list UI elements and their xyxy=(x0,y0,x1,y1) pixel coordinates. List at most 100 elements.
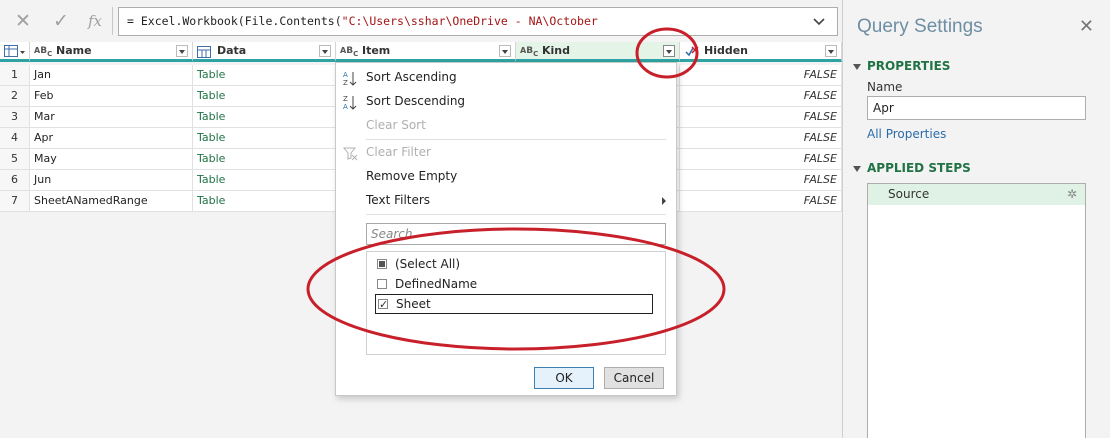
list-item-label: DefinedName xyxy=(395,277,478,291)
collapse-triangle-icon xyxy=(853,63,861,70)
data-cell[interactable]: Table xyxy=(193,191,336,212)
applied-steps-list: Source ✲ xyxy=(867,183,1086,438)
column-label: Item xyxy=(362,44,391,57)
expand-icon[interactable] xyxy=(319,45,331,57)
step-label: Source xyxy=(888,187,930,201)
name-cell[interactable]: Jan xyxy=(30,65,193,86)
x-icon[interactable]: ✕ xyxy=(10,7,36,35)
sort-ascending-item[interactable]: Sort Ascending xyxy=(366,67,457,87)
data-cell[interactable]: Table xyxy=(193,128,336,149)
name-label: Name xyxy=(867,80,903,94)
formula-input[interactable]: = Excel.Workbook(File.Contents("C:\Users… xyxy=(118,7,838,36)
row-number: 6 xyxy=(0,170,30,191)
row-number: 4 xyxy=(0,128,30,149)
chevron-down-icon[interactable] xyxy=(811,9,827,33)
row-number: 7 xyxy=(0,191,30,212)
query-name-input[interactable]: Apr xyxy=(867,96,1086,120)
properties-section-header[interactable]: PROPERTIES xyxy=(853,59,950,73)
text-type-icon: ABC xyxy=(340,46,359,58)
table-menu-icon[interactable] xyxy=(0,42,30,62)
hidden-cell[interactable]: FALSE xyxy=(680,149,842,170)
hidden-cell[interactable]: FALSE xyxy=(680,86,842,107)
row-number: 2 xyxy=(0,86,30,107)
menu-divider xyxy=(366,139,666,140)
svg-text:Z: Z xyxy=(343,95,348,103)
data-cell[interactable]: Table xyxy=(193,149,336,170)
column-label: Name xyxy=(56,44,92,57)
column-header-data[interactable]: Data xyxy=(193,42,336,62)
filter-values-list: (Select All) DefinedName Sheet xyxy=(366,251,666,355)
formula-prefix: = Excel.Workbook(File.Contents( xyxy=(127,14,342,28)
chevron-right-icon xyxy=(662,197,666,205)
svg-text:Z: Z xyxy=(343,79,348,87)
hidden-cell[interactable]: FALSE xyxy=(680,170,842,191)
data-cell[interactable]: Table xyxy=(193,86,336,107)
section-label: APPLIED STEPS xyxy=(867,161,971,175)
column-header-kind[interactable]: ABC Kind xyxy=(516,42,680,62)
text-type-icon: ABC xyxy=(520,46,539,58)
name-cell[interactable]: May xyxy=(30,149,193,170)
checkbox[interactable] xyxy=(377,259,387,269)
search-input[interactable]: Search xyxy=(366,223,666,245)
close-icon[interactable]: ✕ xyxy=(1079,16,1094,37)
data-cell[interactable]: Table xyxy=(193,170,336,191)
chevron-down-icon[interactable] xyxy=(499,45,511,57)
table-icon xyxy=(197,46,211,58)
menu-divider xyxy=(366,214,666,215)
checkbox[interactable] xyxy=(377,279,387,289)
data-cell[interactable]: Table xyxy=(193,65,336,86)
query-settings-pane: Query Settings ✕ PROPERTIES Name Apr All… xyxy=(842,0,1110,438)
checkbox[interactable] xyxy=(378,295,388,315)
column-label: Hidden xyxy=(704,44,749,57)
boolean-icon xyxy=(685,46,699,57)
remove-empty-item[interactable]: Remove Empty xyxy=(366,166,457,186)
column-header-hidden[interactable]: Hidden xyxy=(680,42,842,62)
hidden-cell[interactable]: FALSE xyxy=(680,107,842,128)
fx-icon[interactable]: fx xyxy=(82,7,108,35)
sort-ascending-icon: AZ xyxy=(342,69,358,89)
hidden-cell[interactable]: FALSE xyxy=(680,128,842,149)
sort-descending-icon: ZA xyxy=(342,93,358,113)
formula-bar: ✕ ✓ fx = Excel.Workbook(File.Contents("C… xyxy=(0,0,842,42)
name-cell[interactable]: Feb xyxy=(30,86,193,107)
cancel-button[interactable]: Cancel xyxy=(604,367,664,389)
filter-dropdown-menu: AZ Sort Ascending ZA Sort Descending Cle… xyxy=(335,62,677,396)
name-cell[interactable]: Mar xyxy=(30,107,193,128)
sort-descending-item[interactable]: Sort Descending xyxy=(366,91,465,111)
collapse-triangle-icon xyxy=(853,165,861,172)
applied-steps-section-header[interactable]: APPLIED STEPS xyxy=(853,161,971,175)
ok-button[interactable]: OK xyxy=(534,367,594,389)
hidden-cell[interactable]: FALSE xyxy=(680,191,842,212)
list-item-label: Sheet xyxy=(396,297,431,311)
text-filters-item[interactable]: Text Filters xyxy=(366,190,666,210)
pane-title: Query Settings xyxy=(857,16,983,37)
row-number: 5 xyxy=(0,149,30,170)
name-cell[interactable]: Jun xyxy=(30,170,193,191)
list-item-label: (Select All) xyxy=(395,257,461,271)
column-label: Data xyxy=(217,44,247,57)
svg-text:A: A xyxy=(343,103,348,111)
gear-icon[interactable]: ✲ xyxy=(1067,184,1077,205)
svg-text:A: A xyxy=(343,71,348,79)
step-source[interactable]: Source ✲ xyxy=(868,184,1085,205)
data-cell[interactable]: Table xyxy=(193,107,336,128)
column-label: Kind xyxy=(542,44,570,57)
hidden-cell[interactable]: FALSE xyxy=(680,65,842,86)
check-icon[interactable]: ✓ xyxy=(48,7,74,35)
chevron-down-icon[interactable] xyxy=(825,45,837,57)
clear-sort-item[interactable]: Clear Sort xyxy=(366,115,426,135)
chevron-down-icon[interactable] xyxy=(176,45,188,57)
name-cell[interactable]: Apr xyxy=(30,128,193,149)
row-number: 1 xyxy=(0,65,30,86)
all-properties-link[interactable]: All Properties xyxy=(867,127,946,141)
list-item-sheet[interactable]: Sheet xyxy=(375,294,653,315)
text-type-icon: ABC xyxy=(34,46,53,58)
clear-filter-item[interactable]: Clear Filter xyxy=(366,142,431,162)
column-header-name[interactable]: ABC Name xyxy=(30,42,193,62)
name-cell[interactable]: SheetANamedRange xyxy=(30,191,193,212)
row-number: 3 xyxy=(0,107,30,128)
text-filters-label: Text Filters xyxy=(366,193,431,207)
formula-divider xyxy=(112,7,113,35)
chevron-down-icon[interactable] xyxy=(663,45,675,57)
column-header-item[interactable]: ABC Item xyxy=(336,42,516,62)
